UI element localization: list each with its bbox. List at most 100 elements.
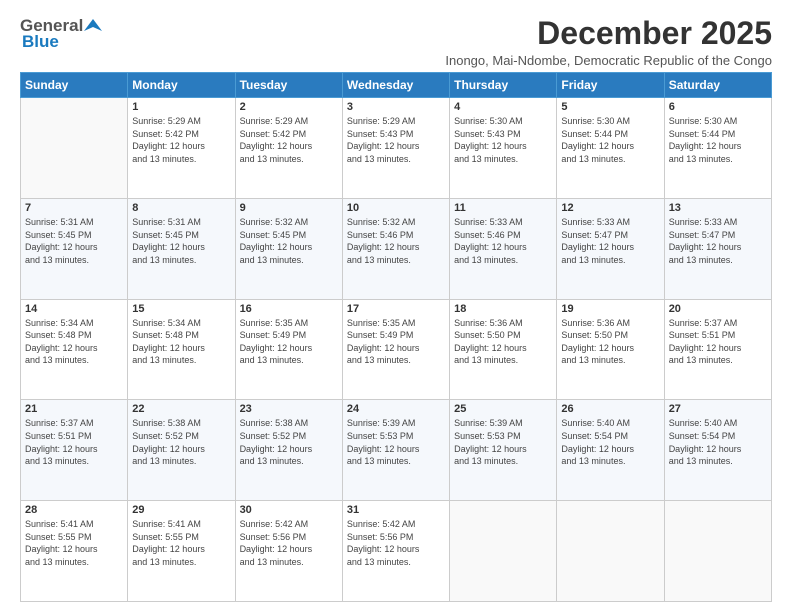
day-info: Sunrise: 5:41 AM Sunset: 5:55 PM Dayligh… — [132, 518, 230, 568]
col-tuesday: Tuesday — [235, 73, 342, 98]
calendar-week-row: 1 Sunrise: 5:29 AM Sunset: 5:42 PM Daylig… — [21, 98, 772, 199]
day-info: Sunrise: 5:41 AM Sunset: 5:55 PM Dayligh… — [25, 518, 123, 568]
calendar-cell: 1Sunrise: 5:29 AM Sunset: 5:42 PM Daylig… — [128, 98, 235, 199]
calendar-cell — [664, 501, 771, 602]
calendar-cell: 18Sunrise: 5:36 AM Sunset: 5:50 PM Dayli… — [450, 299, 557, 400]
month-year: December 2025 — [445, 16, 772, 51]
calendar-cell: 9 Sunrise: 5:32 AM Sunset: 5:45 PM Daylig… — [235, 198, 342, 299]
day-number: 9 — [240, 202, 338, 214]
day-info: Sunrise: 5:36 AM Sunset: 5:50 PM Dayligh… — [454, 317, 552, 367]
col-saturday: Saturday — [664, 73, 771, 98]
location: Inongo, Mai-Ndombe, Democratic Republic … — [445, 53, 772, 68]
calendar-cell: 23Sunrise: 5:38 AM Sunset: 5:52 PM Dayli… — [235, 400, 342, 501]
day-info: Sunrise: 5:30 AM Sunset: 5:43 PM Dayligh… — [454, 115, 552, 165]
calendar-cell: 4 Sunrise: 5:30 AM Sunset: 5:43 PM Daylig… — [450, 98, 557, 199]
day-info: Sunrise: 5:32 AM Sunset: 5:46 PM Dayligh… — [347, 216, 445, 266]
calendar-cell: 2 Sunrise: 5:29 AM Sunset: 5:42 PM Daylig… — [235, 98, 342, 199]
calendar-week-row: 14 Sunrise: 5:34 AM Sunset: 5:48 PM Dayli… — [21, 299, 772, 400]
day-info: Sunrise: 5:39 AM Sunset: 5:53 PM Dayligh… — [347, 417, 445, 467]
calendar-cell: 10 Sunrise: 5:32 AM Sunset: 5:46 PM Dayli… — [342, 198, 449, 299]
calendar-week-row: 28 Sunrise: 5:41 AM Sunset: 5:55 PM Dayli… — [21, 501, 772, 602]
day-info: Sunrise: 5:32 AM Sunset: 5:45 PM Dayligh… — [240, 216, 338, 266]
calendar-cell: 3 Sunrise: 5:29 AM Sunset: 5:43 PM Daylig… — [342, 98, 449, 199]
day-number: 31 — [347, 504, 445, 516]
calendar-cell — [21, 98, 128, 199]
day-info: Sunrise: 5:40 AM Sunset: 5:54 PM Dayligh… — [669, 417, 767, 467]
day-info: Sunrise: 5:33 AM Sunset: 5:47 PM Dayligh… — [561, 216, 659, 266]
day-number: 30 — [240, 504, 338, 516]
day-number: 17 — [347, 303, 445, 315]
calendar-cell: 29 Sunrise: 5:41 AM Sunset: 5:55 PM Dayli… — [128, 501, 235, 602]
day-number: 8 — [132, 202, 230, 214]
day-number: 11 — [454, 202, 552, 214]
day-info: Sunrise: 5:35 AM Sunset: 5:49 PM Dayligh… — [240, 317, 338, 367]
logo-blue: Blue — [22, 32, 59, 52]
calendar-table: Sunday Monday Tuesday Wednesday Thursday… — [20, 72, 772, 602]
day-number: 1 — [132, 101, 230, 113]
day-number: 21 — [25, 403, 123, 415]
calendar-cell: 12 Sunrise: 5:33 AM Sunset: 5:47 PM Dayli… — [557, 198, 664, 299]
col-sunday: Sunday — [21, 73, 128, 98]
calendar-cell: 5Sunrise: 5:30 AM Sunset: 5:44 PM Daylig… — [557, 98, 664, 199]
day-number: 26 — [561, 403, 659, 415]
page: General Blue December 2025 Inongo, Mai-N… — [0, 0, 792, 612]
day-number: 16 — [240, 303, 338, 315]
day-number: 28 — [25, 504, 123, 516]
calendar-cell: 15Sunrise: 5:34 AM Sunset: 5:48 PM Dayli… — [128, 299, 235, 400]
day-info: Sunrise: 5:42 AM Sunset: 5:56 PM Dayligh… — [240, 518, 338, 568]
day-info: Sunrise: 5:31 AM Sunset: 5:45 PM Dayligh… — [132, 216, 230, 266]
title-block: December 2025 Inongo, Mai-Ndombe, Democr… — [445, 16, 772, 68]
calendar-cell: 25 Sunrise: 5:39 AM Sunset: 5:53 PM Dayli… — [450, 400, 557, 501]
calendar-cell: 17 Sunrise: 5:35 AM Sunset: 5:49 PM Dayli… — [342, 299, 449, 400]
col-monday: Monday — [128, 73, 235, 98]
day-number: 29 — [132, 504, 230, 516]
calendar-cell: 22Sunrise: 5:38 AM Sunset: 5:52 PM Dayli… — [128, 400, 235, 501]
calendar-cell: 24 Sunrise: 5:39 AM Sunset: 5:53 PM Dayli… — [342, 400, 449, 501]
day-number: 24 — [347, 403, 445, 415]
day-number: 19 — [561, 303, 659, 315]
calendar-cell: 8 Sunrise: 5:31 AM Sunset: 5:45 PM Daylig… — [128, 198, 235, 299]
day-info: Sunrise: 5:33 AM Sunset: 5:47 PM Dayligh… — [669, 216, 767, 266]
day-info: Sunrise: 5:42 AM Sunset: 5:56 PM Dayligh… — [347, 518, 445, 568]
header: General Blue December 2025 Inongo, Mai-N… — [20, 16, 772, 68]
day-number: 13 — [669, 202, 767, 214]
day-number: 6 — [669, 101, 767, 113]
calendar-cell — [450, 501, 557, 602]
day-info: Sunrise: 5:36 AM Sunset: 5:50 PM Dayligh… — [561, 317, 659, 367]
logo-bird-icon — [84, 17, 102, 35]
calendar-cell: 28 Sunrise: 5:41 AM Sunset: 5:55 PM Dayli… — [21, 501, 128, 602]
calendar-cell: 26Sunrise: 5:40 AM Sunset: 5:54 PM Dayli… — [557, 400, 664, 501]
day-number: 14 — [25, 303, 123, 315]
day-number: 3 — [347, 101, 445, 113]
calendar-cell: 21 Sunrise: 5:37 AM Sunset: 5:51 PM Dayli… — [21, 400, 128, 501]
day-info: Sunrise: 5:39 AM Sunset: 5:53 PM Dayligh… — [454, 417, 552, 467]
day-info: Sunrise: 5:37 AM Sunset: 5:51 PM Dayligh… — [25, 417, 123, 467]
day-number: 10 — [347, 202, 445, 214]
calendar-cell — [557, 501, 664, 602]
calendar-cell: 7 Sunrise: 5:31 AM Sunset: 5:45 PM Daylig… — [21, 198, 128, 299]
day-info: Sunrise: 5:29 AM Sunset: 5:43 PM Dayligh… — [347, 115, 445, 165]
day-info: Sunrise: 5:34 AM Sunset: 5:48 PM Dayligh… — [25, 317, 123, 367]
day-number: 4 — [454, 101, 552, 113]
day-info: Sunrise: 5:31 AM Sunset: 5:45 PM Dayligh… — [25, 216, 123, 266]
day-number: 2 — [240, 101, 338, 113]
calendar-cell: 30 Sunrise: 5:42 AM Sunset: 5:56 PM Dayli… — [235, 501, 342, 602]
day-info: Sunrise: 5:30 AM Sunset: 5:44 PM Dayligh… — [669, 115, 767, 165]
col-friday: Friday — [557, 73, 664, 98]
calendar-cell: 27 Sunrise: 5:40 AM Sunset: 5:54 PM Dayli… — [664, 400, 771, 501]
calendar-cell: 6 Sunrise: 5:30 AM Sunset: 5:44 PM Daylig… — [664, 98, 771, 199]
calendar-cell: 13 Sunrise: 5:33 AM Sunset: 5:47 PM Dayli… — [664, 198, 771, 299]
day-number: 27 — [669, 403, 767, 415]
day-number: 12 — [561, 202, 659, 214]
calendar-cell: 19 Sunrise: 5:36 AM Sunset: 5:50 PM Dayli… — [557, 299, 664, 400]
day-info: Sunrise: 5:35 AM Sunset: 5:49 PM Dayligh… — [347, 317, 445, 367]
day-number: 20 — [669, 303, 767, 315]
calendar-header-row: Sunday Monday Tuesday Wednesday Thursday… — [21, 73, 772, 98]
col-wednesday: Wednesday — [342, 73, 449, 98]
day-info: Sunrise: 5:29 AM Sunset: 5:42 PM Dayligh… — [240, 115, 338, 165]
calendar-cell: 31 Sunrise: 5:42 AM Sunset: 5:56 PM Dayli… — [342, 501, 449, 602]
day-number: 7 — [25, 202, 123, 214]
day-number: 25 — [454, 403, 552, 415]
calendar-cell: 16 Sunrise: 5:35 AM Sunset: 5:49 PM Dayli… — [235, 299, 342, 400]
calendar-week-row: 21 Sunrise: 5:37 AM Sunset: 5:51 PM Dayli… — [21, 400, 772, 501]
